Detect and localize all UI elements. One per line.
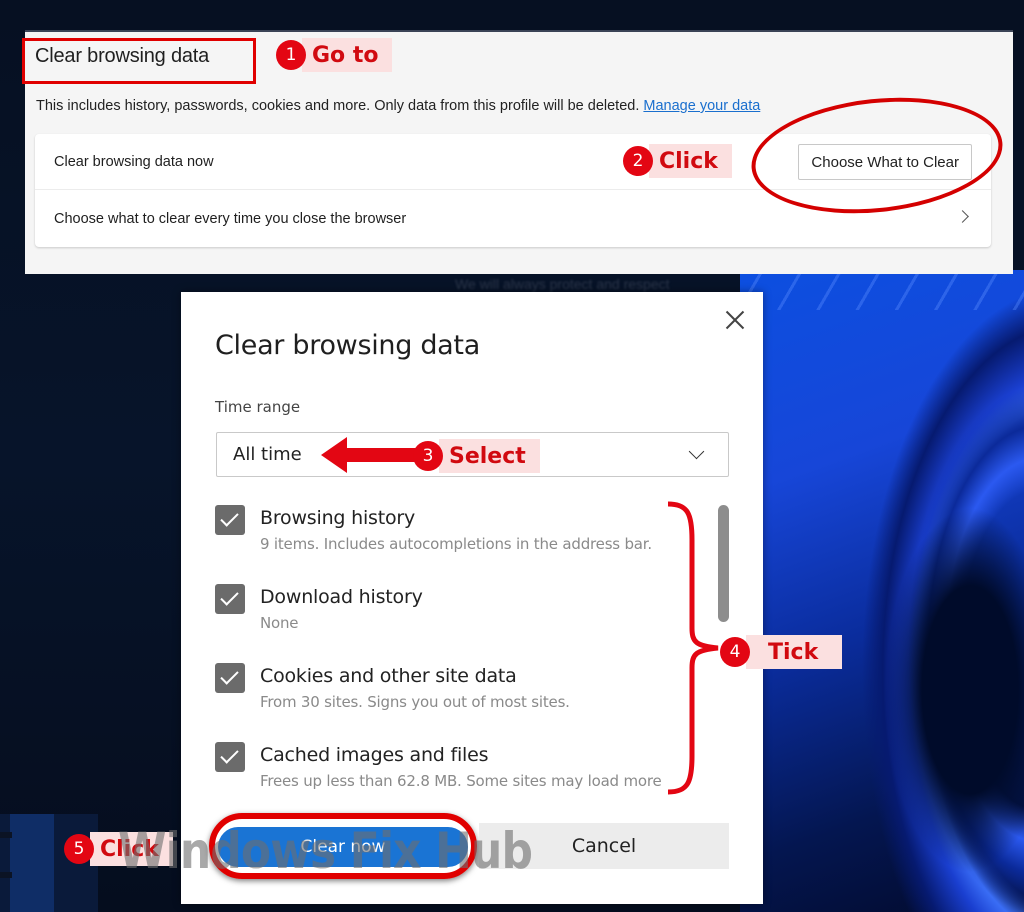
- dialog-title: Clear browsing data: [215, 330, 480, 361]
- step-number: 4: [720, 637, 750, 667]
- item-title: Browsing history: [260, 507, 416, 529]
- step-number: 2: [623, 146, 653, 176]
- step-number: 3: [413, 441, 443, 471]
- annotation-step-3: 3 Select: [413, 439, 540, 473]
- wallpaper-streaks: [740, 270, 1024, 310]
- manage-data-link[interactable]: Manage your data: [643, 98, 760, 114]
- list-item: Browsing history 9 items. Includes autoc…: [215, 504, 685, 583]
- panel-title: Clear browsing data: [35, 45, 210, 67]
- cached-images-checkbox[interactable]: [215, 742, 245, 772]
- clear-browsing-dialog: Clear browsing data Time range All time …: [181, 292, 763, 904]
- step-label: Click: [649, 144, 732, 178]
- chevron-down-icon: [688, 443, 705, 460]
- step-number: 1: [276, 40, 306, 70]
- item-description: From 30 sites. Signs you out of most sit…: [260, 693, 570, 711]
- annotation-step-2: 2 Click: [623, 144, 732, 178]
- curly-brace-icon: [667, 501, 719, 795]
- chevron-right-icon: [956, 210, 969, 223]
- description-text: This includes history, passwords, cookie…: [36, 98, 644, 114]
- clear-now-label: Clear browsing data now: [54, 153, 214, 170]
- item-description: Frees up less than 62.8 MB. Some sites m…: [260, 772, 662, 790]
- data-type-list: Browsing history 9 items. Includes autoc…: [215, 504, 685, 820]
- time-range-value: All time: [233, 444, 302, 465]
- list-item: Cached images and files Frees up less th…: [215, 741, 685, 820]
- item-title: Cookies and other site data: [260, 665, 517, 687]
- clear-on-close-label: Choose what to clear every time you clos…: [54, 211, 407, 227]
- item-title: Cached images and files: [260, 744, 489, 766]
- item-description: 9 items. Includes autocompletions in the…: [260, 535, 652, 553]
- download-history-checkbox[interactable]: [215, 584, 245, 614]
- background-text: We will always protect and respect: [455, 276, 670, 292]
- taskbar-tile: [10, 814, 54, 912]
- step-number: 5: [64, 834, 94, 864]
- cookies-checkbox[interactable]: [215, 663, 245, 693]
- clear-button-highlight: [209, 813, 477, 879]
- item-title: Download history: [260, 586, 423, 608]
- step-label: Go to: [302, 38, 393, 72]
- cancel-button[interactable]: Cancel: [479, 823, 729, 869]
- taskbar-mark: [0, 872, 12, 878]
- panel-description: This includes history, passwords, cookie…: [36, 98, 760, 114]
- step-label: Tick: [746, 635, 843, 669]
- taskbar-mark: [0, 832, 12, 838]
- annotation-step-1: 1 Go to: [276, 38, 393, 72]
- annotation-step-5: 5 Click: [64, 832, 173, 866]
- step-label: Click: [90, 832, 173, 866]
- close-icon[interactable]: [723, 308, 747, 332]
- browsing-history-checkbox[interactable]: [215, 505, 245, 535]
- step-label: Select: [439, 439, 540, 473]
- time-range-label: Time range: [215, 398, 301, 416]
- item-description: None: [260, 614, 299, 632]
- desktop-wallpaper: [740, 270, 1024, 912]
- list-item: Download history None: [215, 583, 685, 662]
- list-item: Cookies and other site data From 30 site…: [215, 662, 685, 741]
- annotation-step-4: 4 Tick: [720, 635, 843, 669]
